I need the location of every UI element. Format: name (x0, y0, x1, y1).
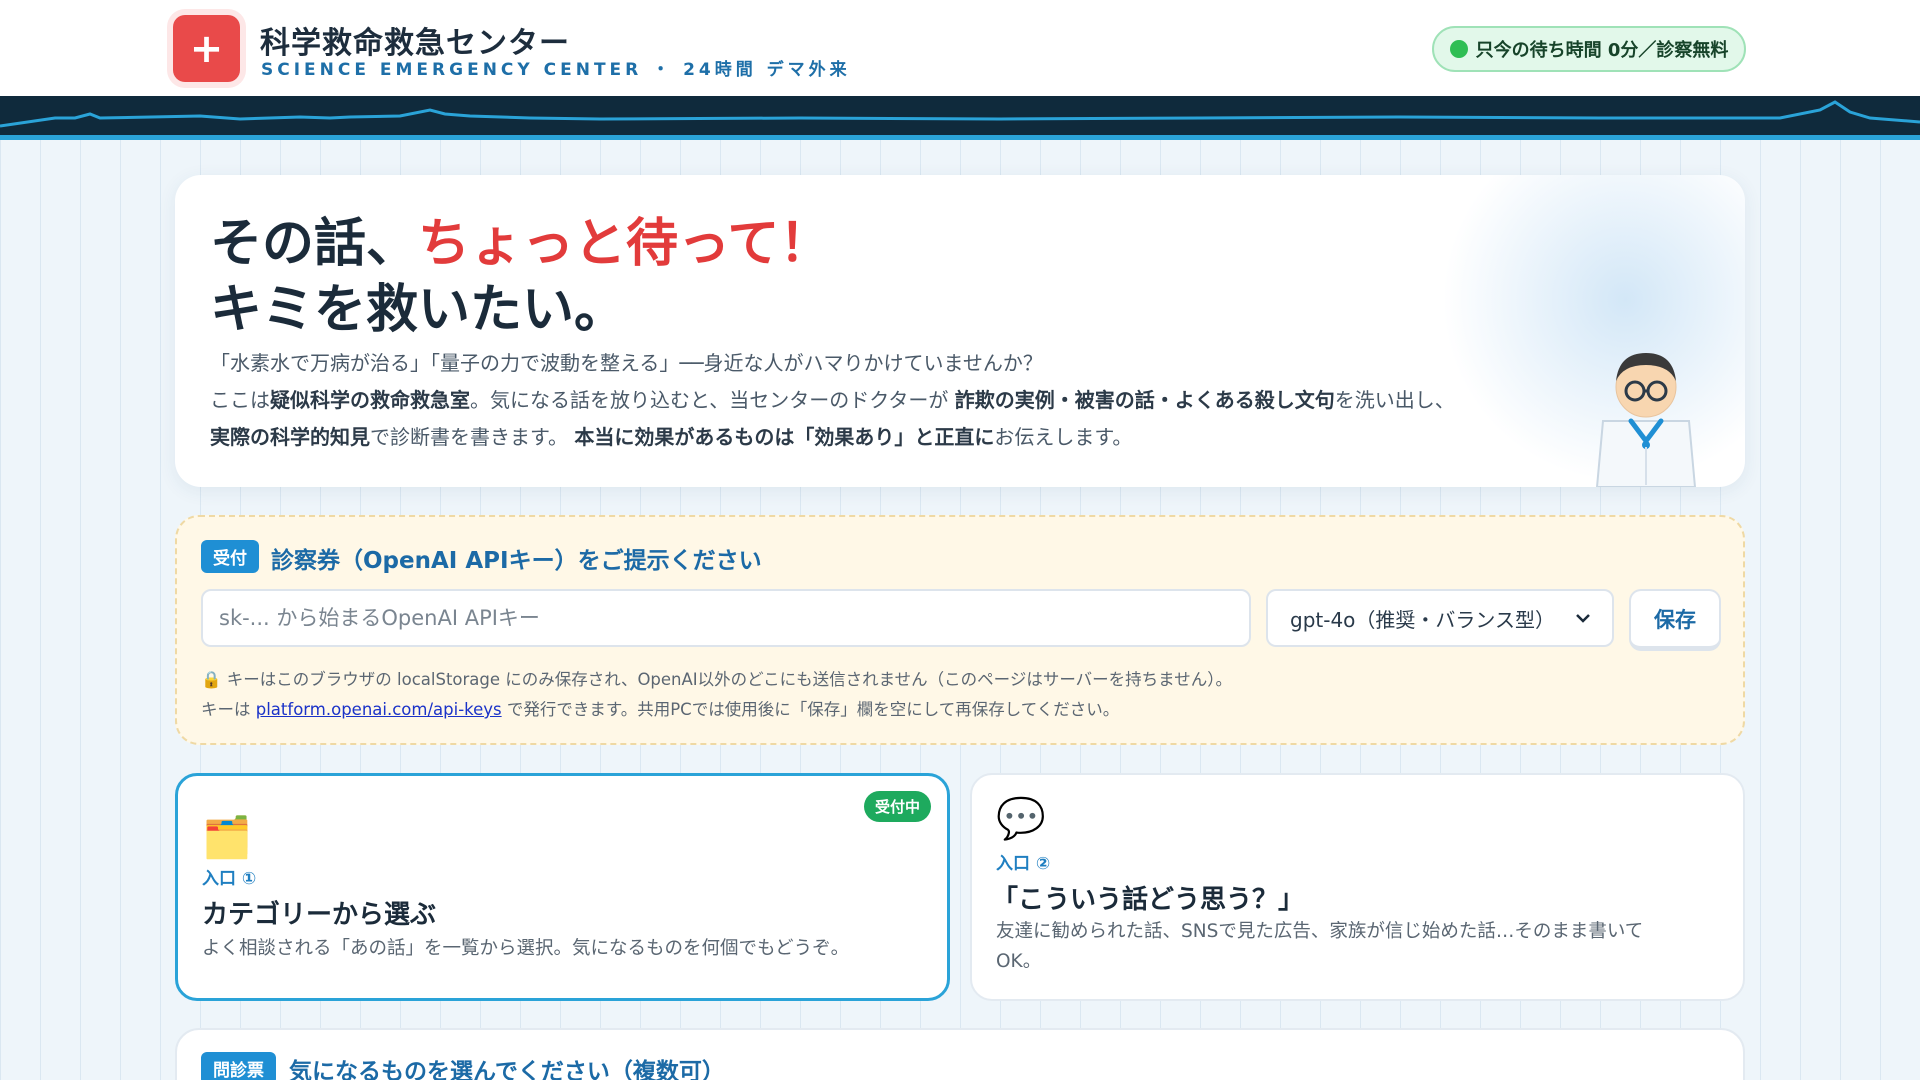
wait-time-text: 只今の待ち時間 0分／診察無料 (1475, 40, 1729, 61)
hero-card: その話、ちょっと待って！ キミを救いたい。 「水素水で万病が治る」「量子の力で波… (175, 175, 1745, 487)
hero-para2-text: ここは (210, 388, 270, 412)
hero-para3-text: で診断書を書きます。 (370, 425, 568, 449)
api-keys-link[interactable]: platform.openai.com/api-keys (256, 700, 502, 719)
entry-title: カテゴリーから選ぶ (202, 900, 437, 930)
hero-heading-line2: キミを救いたい。 (210, 280, 627, 340)
api-key-note: 🔒 キーはこのブラウザの localStorage にのみ保存され、OpenAI… (201, 665, 1701, 725)
api-key-input[interactable] (201, 589, 1251, 647)
open-status-badge: 受付中 (863, 791, 931, 822)
hero-para3-bold: 本当に効果があるものは「効果あり」と正直に (574, 425, 995, 449)
reception-tag: 受付 (201, 540, 259, 573)
hero-para2-bold: 疑似科学の救命救急室 (270, 388, 470, 412)
chevron-down-icon (1576, 614, 1590, 623)
entry-title: 「こういう話どう思う？」 (992, 885, 1305, 915)
hero-heading: その話、ちょっと待って！ キミを救いたい。 (210, 211, 831, 343)
hero-description: 「水素水で万病が治る」「量子の力で波動を整える」──身近な人がハマりかけていませ… (210, 345, 1590, 456)
issue-note-text: で発行できます。共用PCでは使用後に「保存」欄を空にして再保存してください。 (506, 700, 1120, 719)
save-button[interactable]: 保存 (1629, 589, 1721, 651)
hero-para2-bold: 詐欺の実例・被害の話・よくある殺し文句 (954, 388, 1335, 412)
cross-logo-icon[interactable]: + (173, 15, 240, 82)
ecg-band (0, 96, 1920, 140)
api-key-title: 診察券（OpenAI APIキー）をご提示ください (271, 548, 762, 574)
hero-heading-part1: その話、 (210, 214, 419, 274)
hero-para1: 「水素水で万病が治る」「量子の力で波動を整える」──身近な人がハマりかけていませ… (210, 351, 1043, 375)
site-header: + 科学救命救急センター SCIENCE EMERGENCY CENTER ・ … (0, 0, 1920, 96)
hero-para2-text: を洗い出し、 (1334, 388, 1455, 412)
entry-label: 入口 ① (202, 869, 257, 889)
questionnaire-section: 問診票 気になるものを選んでください（複数可） (175, 1028, 1745, 1080)
questionnaire-title: 気になるものを選んでください（複数可） (289, 1059, 725, 1080)
entry-label: 入口 ② (996, 854, 1051, 874)
privacy-note: 🔒 キーはこのブラウザの localStorage にのみ保存され、OpenAI… (201, 670, 1232, 689)
entry-desc-line2: OK。 (996, 951, 1042, 972)
hero-para2-text: 。気になる話を放り込むと、当センターのドクターが (470, 388, 949, 412)
hero-para3-text: お伝えします。 (994, 425, 1133, 449)
folder-icon: 🗂️ (202, 815, 252, 861)
status-dot-icon (1449, 40, 1468, 58)
entry-card-free-text[interactable]: 💬 入口 ② 「こういう話どう思う？」 友達に勧められた話、SNSで見た広告、家… (970, 773, 1745, 1001)
model-select[interactable]: gpt-4o（推奨・バランス型） (1266, 589, 1614, 647)
api-key-panel: 受付 診察券（OpenAI APIキー）をご提示ください gpt-4o（推奨・バ… (175, 515, 1745, 745)
hero-para3-bold: 実際の科学的知見 (210, 425, 370, 449)
heartbeat-line-icon (0, 100, 1920, 128)
site-subtitle: SCIENCE EMERGENCY CENTER ・ 24時間 デマ外来 (261, 60, 851, 80)
hero-heading-highlight: ちょっと待って！ (418, 214, 832, 274)
entry-card-category[interactable]: 受付中 🗂️ 入口 ① カテゴリーから選ぶ よく相談される「あの話」を一覧から選… (175, 773, 950, 1001)
questionnaire-tag: 問診票 (201, 1052, 276, 1080)
issue-note-text: キーは (201, 700, 251, 719)
entry-desc-line1: 友達に勧められた話、SNSで見た広告、家族が信じ始めた話…そのまま書いて (996, 921, 1644, 942)
speech-bubble-icon: 💬 (996, 796, 1046, 842)
wait-time-badge: 只今の待ち時間 0分／診察無料 (1432, 26, 1746, 72)
entry-description: 友達に勧められた話、SNSで見た広告、家族が信じ始めた話…そのまま書いて OK。 (996, 917, 1726, 977)
entry-description: よく相談される「あの話」を一覧から選択。気になるものを何個でもどうぞ。 (202, 938, 850, 959)
doctor-illustration-icon (1595, 353, 1697, 487)
model-select-value: gpt-4o（推奨・バランス型） (1290, 607, 1556, 632)
